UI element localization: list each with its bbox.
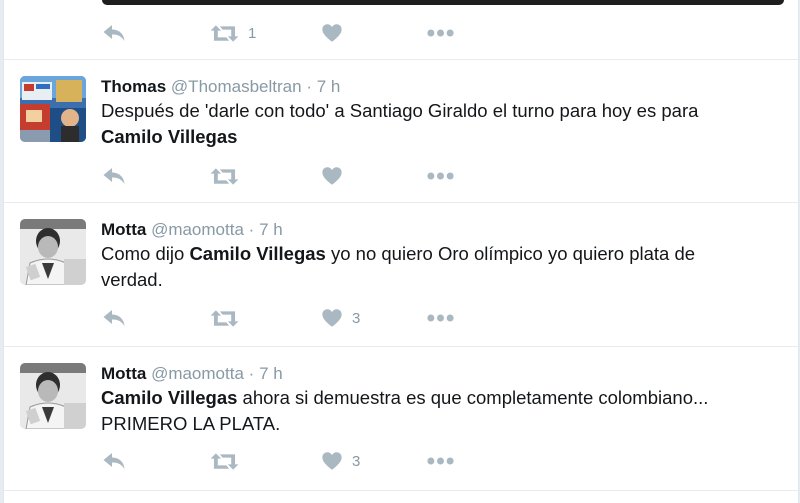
heart-icon [321, 22, 343, 44]
tweet-header: Motta @maomotta · 7 h [101, 220, 283, 240]
heart-icon [321, 165, 343, 187]
tweet-actions: 3 [102, 448, 502, 474]
reply-button[interactable] [102, 163, 126, 189]
reply-button[interactable] [102, 305, 126, 331]
display-name[interactable]: Motta [101, 364, 146, 383]
tweet[interactable]: Motta @maomotta · 7 h Como dijo Camilo V… [4, 203, 798, 346]
tweet-text: Después de 'darle con todo' a Santiago G… [101, 98, 761, 149]
reply-button[interactable] [102, 20, 126, 46]
reply-icon [102, 306, 126, 330]
retweet-button[interactable] [210, 448, 239, 474]
tweet-text: Camilo Villegas ahora si demuestra es qu… [101, 385, 761, 436]
handle[interactable]: @Thomasbeltran [171, 77, 302, 96]
heart-icon [321, 450, 343, 472]
retweet-button[interactable] [210, 305, 239, 331]
tweet-text-line: PRIMERO LA PLATA. [101, 412, 281, 434]
like-button[interactable]: 3 [321, 305, 360, 331]
reply-icon [102, 164, 126, 188]
heart-icon [321, 307, 343, 329]
like-count: 3 [352, 452, 361, 470]
tweet-text-line: Después de 'darle con todo' a Santiago G… [101, 100, 699, 121]
tweet-actions: 1 [102, 20, 502, 46]
mention-link[interactable]: Camilo Villegas [101, 126, 237, 147]
more-dots-icon [427, 312, 454, 324]
timestamp[interactable]: 7 h [317, 77, 341, 96]
retweet-icon [210, 22, 239, 45]
more-dots-icon [427, 170, 454, 182]
display-name[interactable]: Thomas [101, 77, 166, 96]
separator-dot: · [306, 77, 312, 96]
more-button[interactable] [427, 163, 454, 189]
tweet[interactable]: Motta @maomotta · 7 h Camilo Villegas ah… [4, 347, 798, 490]
avatar[interactable] [20, 363, 86, 429]
like-button[interactable]: 3 [321, 448, 360, 474]
retweet-icon [210, 165, 239, 188]
tweet-text-line: verdad. [101, 268, 163, 290]
like-button[interactable] [321, 163, 343, 189]
retweet-icon [210, 450, 239, 473]
tweet-header: Motta @maomotta · 7 h [101, 364, 283, 384]
reply-icon [102, 21, 126, 45]
tweet-text-line: Como dijo [101, 243, 190, 264]
tweet-text: Como dijo Camilo Villegas yo no quiero O… [101, 241, 761, 292]
tweet-divider [4, 490, 798, 491]
tweet-text-line: yo no quiero Oro olímpico yo quiero plat… [325, 243, 696, 264]
retweet-count: 1 [248, 24, 257, 42]
tweet-actions [102, 163, 502, 189]
reply-button[interactable] [102, 448, 126, 474]
timestamp[interactable]: 7 h [259, 220, 283, 239]
timestamp[interactable]: 7 h [259, 364, 283, 383]
more-dots-icon [427, 27, 454, 39]
more-button[interactable] [427, 20, 454, 46]
tweet-media[interactable] [102, 0, 784, 5]
retweet-button[interactable] [210, 163, 239, 189]
mention-link[interactable]: Camilo Villegas [101, 387, 237, 408]
retweet-icon [210, 307, 239, 330]
handle[interactable]: @maomotta [151, 364, 244, 383]
like-button[interactable] [321, 20, 343, 46]
avatar[interactable] [20, 219, 86, 285]
timeline: 1 Thomas @Thomasbeltran · 7 h Después de… [3, 0, 799, 503]
separator-dot: · [248, 364, 255, 383]
retweet-button[interactable]: 1 [210, 20, 256, 46]
display-name[interactable]: Motta [101, 220, 146, 239]
avatar[interactable] [20, 76, 86, 142]
tweet[interactable]: Thomas @Thomasbeltran · 7 h Después de '… [4, 60, 798, 202]
separator-dot: · [248, 220, 255, 239]
more-dots-icon [427, 455, 454, 467]
mention-link[interactable]: Camilo Villegas [189, 243, 325, 264]
more-button[interactable] [427, 448, 454, 474]
like-count: 3 [352, 309, 361, 327]
handle[interactable]: @maomotta [151, 220, 244, 239]
more-button[interactable] [427, 305, 454, 331]
tweet-text-line: ahora si demuestra es que completamente … [237, 387, 709, 408]
tweet-header: Thomas @Thomasbeltran · 7 h [101, 77, 340, 97]
reply-icon [102, 449, 126, 473]
tweet-actions: 3 [102, 305, 502, 331]
